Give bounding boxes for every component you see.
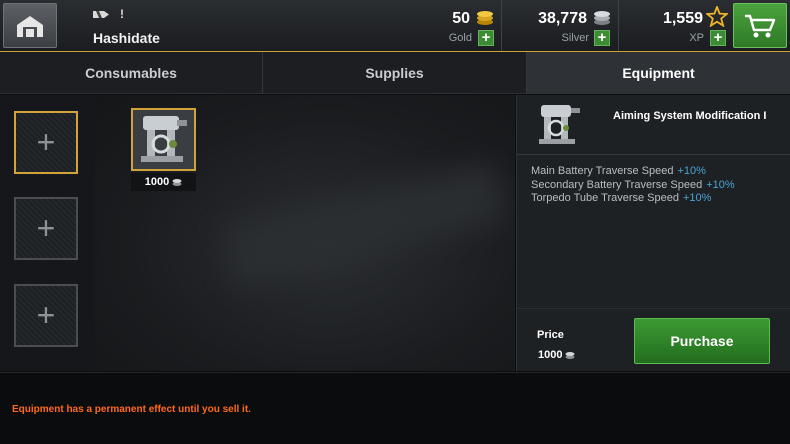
shop-cart-button[interactable] xyxy=(733,3,787,48)
price-value: 1000 xyxy=(538,349,563,361)
gold-balance: 50 Gold + xyxy=(420,0,500,51)
add-icon: + xyxy=(36,210,56,246)
ship-name: Hashidate xyxy=(93,30,160,46)
notice-mark: ! xyxy=(120,7,124,21)
silver-coin-icon xyxy=(172,178,182,186)
silver-coins-icon xyxy=(594,11,610,25)
purchase-button[interactable]: Purchase xyxy=(634,318,770,364)
footer: Equipment has a permanent effect until y… xyxy=(0,372,790,444)
xp-balance: 1,559 XP + xyxy=(619,0,732,51)
buy-silver-button[interactable]: + xyxy=(594,30,610,46)
star-icon xyxy=(706,6,728,27)
stat-row: Secondary Battery Traverse Speed +10% xyxy=(531,179,735,193)
equipment-slot-2[interactable]: + xyxy=(14,197,78,260)
price-label: Price xyxy=(537,329,564,341)
tab-consumables[interactable]: Consumables xyxy=(0,52,262,94)
item-list: 1000 xyxy=(95,95,515,371)
top-bar: ! Hashidate 50 Gold + 38,778 Silver + 1,… xyxy=(0,0,790,52)
port-icon xyxy=(17,15,43,37)
info-message: Equipment has a permanent effect until y… xyxy=(12,404,251,415)
buy-gold-button[interactable]: + xyxy=(478,30,494,46)
item-header: Aiming System Modification I xyxy=(517,95,790,155)
cart-icon xyxy=(745,14,776,37)
equipment-slot-3[interactable]: + xyxy=(14,284,78,347)
category-tabs: Consumables Supplies Equipment xyxy=(0,52,790,94)
item-details-panel: Aiming System Modification I Main Batter… xyxy=(516,95,790,371)
item-stats: Main Battery Traverse Speed +10% Secondar… xyxy=(531,165,735,206)
aiming-system-icon xyxy=(133,110,194,169)
xp-value: 1,559 xyxy=(662,10,703,27)
stat-label: Torpedo Tube Traverse Speed xyxy=(531,192,679,204)
item-price-value: 1000 xyxy=(144,176,170,188)
stat-row: Main Battery Traverse Speed +10% xyxy=(531,165,735,179)
stat-label: Secondary Battery Traverse Speed xyxy=(531,178,703,191)
aiming-system-icon xyxy=(539,105,580,144)
silver-coin-icon xyxy=(565,351,575,359)
silver-balance: 38,778 Silver + xyxy=(502,0,618,51)
gold-label: Gold xyxy=(448,32,472,44)
stat-label: Main Battery Traverse Speed xyxy=(531,165,674,177)
add-icon: + xyxy=(36,124,56,160)
ship-background xyxy=(221,162,509,288)
nation-flag-icon xyxy=(93,11,109,18)
gold-coins-icon xyxy=(477,11,493,25)
stat-bonus: +10% xyxy=(677,165,706,177)
item-name: Aiming System Modification I xyxy=(613,110,767,122)
tab-supplies[interactable]: Supplies xyxy=(263,52,526,94)
tab-equipment[interactable]: Equipment xyxy=(527,52,790,94)
equipment-slot-1[interactable]: + xyxy=(14,111,78,174)
price-section: Price 1000 Purchase xyxy=(517,308,790,371)
buy-xp-button[interactable]: + xyxy=(710,30,726,46)
port-button[interactable] xyxy=(3,3,57,48)
stat-row: Torpedo Tube Traverse Speed +10% xyxy=(531,192,735,206)
silver-value: 38,778 xyxy=(538,10,587,27)
item-aiming-system-mod[interactable] xyxy=(131,108,196,171)
xp-label: XP xyxy=(689,32,704,44)
add-icon: + xyxy=(36,297,56,333)
item-price-tag: 1000 xyxy=(131,173,196,191)
silver-label: Silver xyxy=(561,32,589,44)
equipment-slots: + + + xyxy=(0,95,95,371)
price-display: 1000 xyxy=(538,349,575,361)
stat-bonus: +10% xyxy=(682,192,712,204)
stat-bonus: +10% xyxy=(706,178,735,191)
gold-value: 50 xyxy=(452,10,470,27)
